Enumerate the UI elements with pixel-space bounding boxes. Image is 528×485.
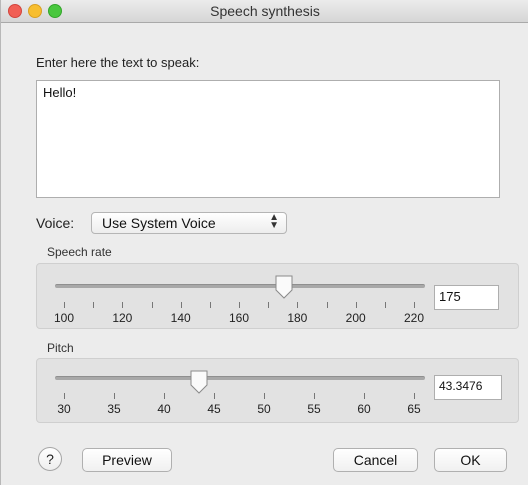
title-bar: Speech synthesis	[1, 0, 528, 23]
slider-tick-label: 160	[228, 311, 250, 325]
preview-button[interactable]: Preview	[82, 448, 172, 472]
pitch-slider-thumb[interactable]	[189, 370, 209, 396]
slider-tick	[209, 302, 211, 308]
slider-tick	[326, 302, 328, 308]
speech-synthesis-window: Speech synthesis Enter here the text to …	[0, 0, 528, 485]
slider-tick	[364, 393, 365, 399]
slider-tick-label: 40	[157, 402, 171, 416]
voice-select-value: Use System Voice	[102, 215, 216, 231]
window-title: Speech synthesis	[210, 3, 320, 19]
text-prompt-label: Enter here the text to speak:	[36, 55, 200, 70]
voice-select[interactable]: Use System Voice ▲ ▼	[91, 212, 287, 234]
slider-tick	[164, 393, 165, 399]
slider-tick	[414, 302, 415, 308]
slider-tick-label: 55	[307, 402, 321, 416]
pitch-value-field[interactable]: 43.3476	[434, 375, 502, 400]
pitch-label: Pitch	[47, 341, 74, 355]
slider-tick-label: 30	[57, 402, 71, 416]
slider-tick-label: 100	[53, 311, 75, 325]
cancel-button[interactable]: Cancel	[333, 448, 418, 472]
slider-tick-label: 35	[107, 402, 121, 416]
pitch-slider-track[interactable]	[55, 376, 425, 380]
ok-button[interactable]: OK	[434, 448, 507, 472]
slider-tick	[151, 302, 153, 308]
slider-tick	[297, 302, 299, 308]
speech-rate-value-field[interactable]: 175	[434, 285, 499, 310]
slider-tick-label: 50	[257, 402, 271, 416]
slider-tick	[384, 302, 386, 308]
slider-tick-label: 140	[170, 311, 191, 325]
speech-rate-group: 100 120 140 160 180 200 220 175	[36, 263, 519, 329]
slider-tick-label: 65	[407, 402, 421, 416]
slider-tick	[268, 302, 270, 308]
slider-tick	[93, 302, 95, 308]
speech-rate-slider-thumb[interactable]	[274, 275, 294, 301]
voice-label: Voice:	[36, 215, 75, 231]
slider-tick	[64, 393, 65, 399]
slider-tick	[355, 302, 357, 308]
slider-tick	[314, 393, 315, 399]
slider-tick	[122, 302, 124, 308]
speech-text-input[interactable]: Hello!	[36, 80, 500, 198]
help-button[interactable]: ?	[38, 447, 62, 471]
slider-tick-label: 220	[403, 311, 425, 325]
slider-tick	[414, 393, 415, 399]
slider-tick	[114, 393, 115, 399]
slider-tick	[214, 393, 215, 399]
speech-rate-slider-track[interactable]	[55, 284, 425, 288]
slider-tick-label: 120	[112, 311, 133, 325]
slider-tick-label: 200	[345, 311, 366, 325]
speech-rate-label: Speech rate	[47, 245, 112, 259]
slider-tick-label: 180	[287, 311, 308, 325]
slider-tick-label: 60	[357, 402, 371, 416]
slider-tick	[239, 302, 240, 308]
slider-tick	[64, 302, 65, 308]
slider-tick-label: 45	[207, 402, 221, 416]
pitch-group: 30 35 40 45 50 55 60 65 43.3476	[36, 358, 519, 423]
slider-tick	[180, 302, 182, 308]
slider-tick	[264, 393, 265, 399]
chevron-updown-icon: ▲ ▼	[269, 212, 279, 231]
